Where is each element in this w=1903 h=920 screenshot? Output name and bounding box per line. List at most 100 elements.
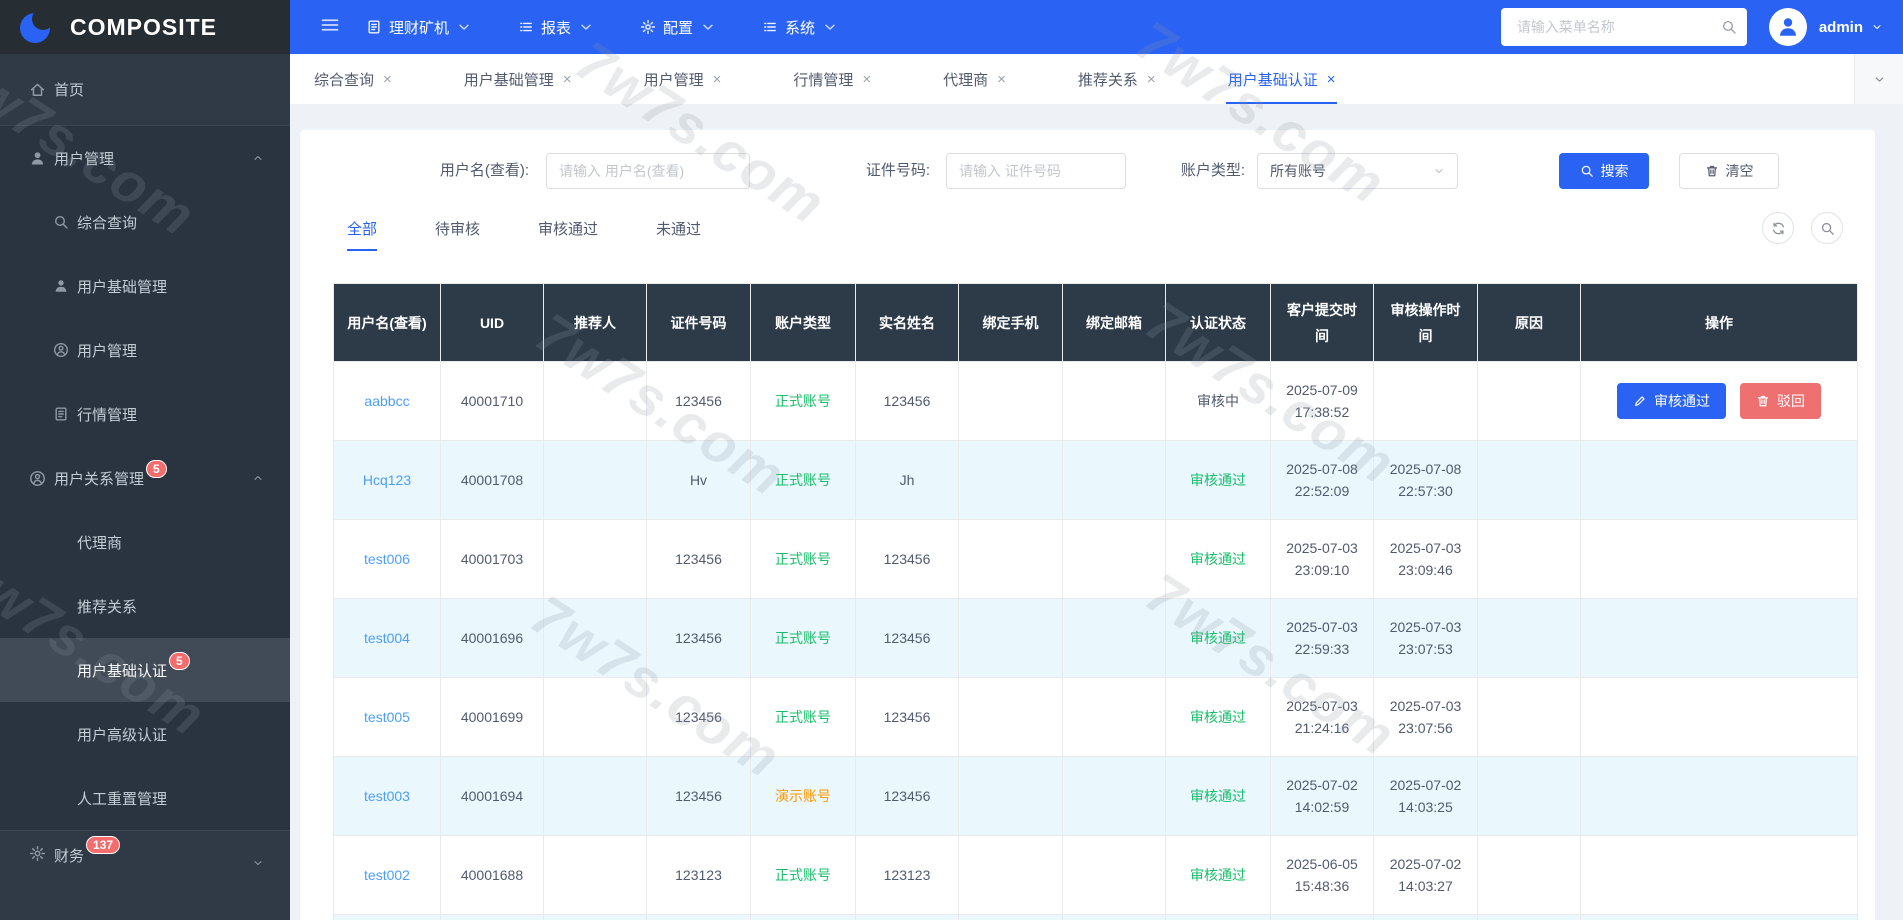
sidebar-item-12[interactable]: 财务137 bbox=[0, 830, 290, 920]
sidebar-item-6[interactable]: 用户关系管理5 bbox=[0, 446, 290, 510]
search-icon bbox=[53, 214, 69, 230]
username-filter-input[interactable] bbox=[546, 153, 750, 189]
table-cell bbox=[1374, 362, 1478, 441]
collapse-menu-icon[interactable] bbox=[320, 15, 340, 39]
username-link[interactable]: Hcq123 bbox=[363, 472, 411, 488]
close-icon[interactable]: × bbox=[563, 71, 572, 88]
table-cell bbox=[1063, 836, 1166, 915]
username-link[interactable]: test006 bbox=[364, 551, 410, 567]
username-label[interactable]: admin bbox=[1819, 19, 1863, 36]
filter-row: 用户名(查看): 证件号码: 账户类型: 所有账号 搜索 清空 bbox=[300, 152, 1875, 190]
page-tab-2[interactable]: 用户管理× bbox=[640, 54, 726, 104]
page-tab-5[interactable]: 推荐关系 × bbox=[1074, 54, 1160, 104]
sidebar-item-label: 综合查询 bbox=[77, 212, 137, 233]
page-tab-0[interactable]: 综合查询× bbox=[310, 54, 396, 104]
close-icon[interactable]: × bbox=[1147, 71, 1156, 88]
page-tab-label: 推荐关系 bbox=[1078, 69, 1138, 90]
table-cell bbox=[1478, 362, 1581, 441]
table-search-button[interactable] bbox=[1811, 212, 1843, 244]
status-tab-3[interactable]: 未通过 bbox=[656, 218, 701, 251]
sidebar-item-10[interactable]: 用户高级认证 bbox=[0, 702, 290, 766]
trash-icon bbox=[1756, 394, 1770, 408]
table-cell: 2025-07-02 14:02:59 bbox=[1271, 757, 1374, 836]
tabs-more-chevron-icon[interactable] bbox=[1854, 54, 1903, 104]
close-icon[interactable]: × bbox=[383, 71, 392, 88]
doc-icon bbox=[366, 19, 382, 35]
close-icon[interactable]: × bbox=[997, 71, 1006, 88]
username-link[interactable]: test003 bbox=[364, 788, 410, 804]
sidebar-item-1[interactable]: 用户管理 bbox=[0, 126, 290, 190]
reject-button[interactable]: 驳回 bbox=[1740, 383, 1821, 419]
search-button[interactable]: 搜索 bbox=[1559, 153, 1649, 189]
sidebar-item-label: 用户基础管理 bbox=[77, 276, 167, 297]
table-cell: 演示账号 bbox=[751, 757, 856, 836]
header-menu-1[interactable]: 报表 bbox=[518, 17, 594, 38]
close-icon[interactable]: × bbox=[713, 71, 722, 88]
count-badge: 137 bbox=[86, 836, 120, 854]
sidebar-item-5[interactable]: 行情管理 bbox=[0, 382, 290, 446]
status-tab-2[interactable]: 审核通过 bbox=[538, 218, 598, 251]
sidebar-item-9[interactable]: 用户基础认证5 bbox=[0, 638, 290, 702]
table-cell bbox=[1478, 757, 1581, 836]
idnumber-filter-input[interactable] bbox=[946, 153, 1126, 189]
username-link[interactable]: test004 bbox=[364, 630, 410, 646]
table-cell bbox=[959, 836, 1063, 915]
username-link[interactable]: aabbcc bbox=[364, 393, 409, 409]
pen-icon bbox=[1633, 394, 1647, 408]
status-tab-0[interactable]: 全部 bbox=[347, 218, 377, 251]
sidebar-item-label: 用户基础认证 bbox=[77, 660, 167, 681]
sidebar-item-2[interactable]: 综合查询 bbox=[0, 190, 290, 254]
table-cell: 123456 bbox=[856, 599, 959, 678]
page-tab-3[interactable]: 行情管理 × bbox=[789, 54, 875, 104]
clear-button[interactable]: 清空 bbox=[1679, 153, 1779, 189]
account-type-select[interactable]: 所有账号 bbox=[1257, 153, 1458, 189]
user-chevron-down-icon[interactable] bbox=[1871, 20, 1883, 34]
chevron-down-icon bbox=[252, 857, 264, 869]
header-menu-0[interactable]: 理财矿机 bbox=[366, 17, 472, 38]
table-row: Hcq12340001708Hv正式账号Jh审核通过2025-07-08 22:… bbox=[334, 441, 1858, 520]
table-cell: Jh bbox=[856, 441, 959, 520]
username-link[interactable]: test002 bbox=[364, 867, 410, 883]
sidebar-item-7[interactable]: 代理商 bbox=[0, 510, 290, 574]
page-tab-1[interactable]: 用户基础管理× bbox=[460, 54, 576, 104]
app-window: COMPOSITE 理财矿机报表配置系统 admin 综合查询×用户基础管理×用… bbox=[0, 0, 1903, 920]
page-tab-6[interactable]: 用户基础认证× bbox=[1224, 54, 1340, 104]
brand-logo: COMPOSITE bbox=[0, 0, 290, 54]
approve-button[interactable]: 审核通过 bbox=[1617, 383, 1726, 419]
table-cell: 审核通过 bbox=[1166, 599, 1271, 678]
sidebar-item-label: 行情管理 bbox=[77, 404, 137, 425]
page-tab-label: 行情管理 bbox=[793, 69, 853, 90]
brand-name: COMPOSITE bbox=[70, 14, 217, 41]
top-header: COMPOSITE 理财矿机 报表 配置 系统 admin bbox=[0, 0, 1903, 54]
user-avatar[interactable] bbox=[1769, 8, 1807, 46]
header-menu-label: 系统 bbox=[785, 17, 815, 38]
status-text: 审核通过 bbox=[1190, 709, 1246, 725]
table-cell: 2025-07-03 22:59:33 bbox=[1271, 599, 1374, 678]
refresh-button[interactable] bbox=[1762, 212, 1794, 244]
column-header: 原因 bbox=[1478, 284, 1581, 362]
sidebar-item-4[interactable]: 用户管理 bbox=[0, 318, 290, 382]
status-tab-1[interactable]: 待审核 bbox=[435, 218, 480, 251]
close-icon[interactable]: × bbox=[862, 71, 871, 88]
menu-search-box[interactable] bbox=[1501, 8, 1747, 46]
header-menu-3[interactable]: 系统 bbox=[762, 17, 838, 38]
sidebar-item-3[interactable]: 用户基础管理 bbox=[0, 254, 290, 318]
close-icon[interactable]: × bbox=[1327, 71, 1336, 88]
chevron-up-icon bbox=[252, 151, 264, 165]
header-menu-2[interactable]: 配置 bbox=[640, 17, 716, 38]
table-cell bbox=[1063, 520, 1166, 599]
username-link[interactable]: test005 bbox=[364, 709, 410, 725]
menu-search-input[interactable] bbox=[1515, 18, 1721, 36]
column-header: 审核操作时间 bbox=[1374, 284, 1478, 362]
search-icon[interactable] bbox=[1721, 19, 1737, 35]
table-cell: 40001710 bbox=[441, 362, 544, 441]
sidebar-item-label: 财务 bbox=[54, 845, 84, 866]
sidebar-item-8[interactable]: 推荐关系 bbox=[0, 574, 290, 638]
sidebar-item-0[interactable]: 首页 bbox=[0, 54, 290, 126]
table-cell: 2025-07-09 17:38:52 bbox=[1271, 362, 1374, 441]
table-cell: 123456 bbox=[856, 520, 959, 599]
table-cell: 正式账号 bbox=[751, 441, 856, 520]
page-tab-4[interactable]: 代理商× bbox=[939, 54, 1010, 104]
sidebar-item-11[interactable]: 人工重置管理 bbox=[0, 766, 290, 830]
page-tab-bar: 综合查询×用户基础管理×用户管理×行情管理×代理商×推荐关系×用户基础认证× bbox=[290, 54, 1903, 104]
